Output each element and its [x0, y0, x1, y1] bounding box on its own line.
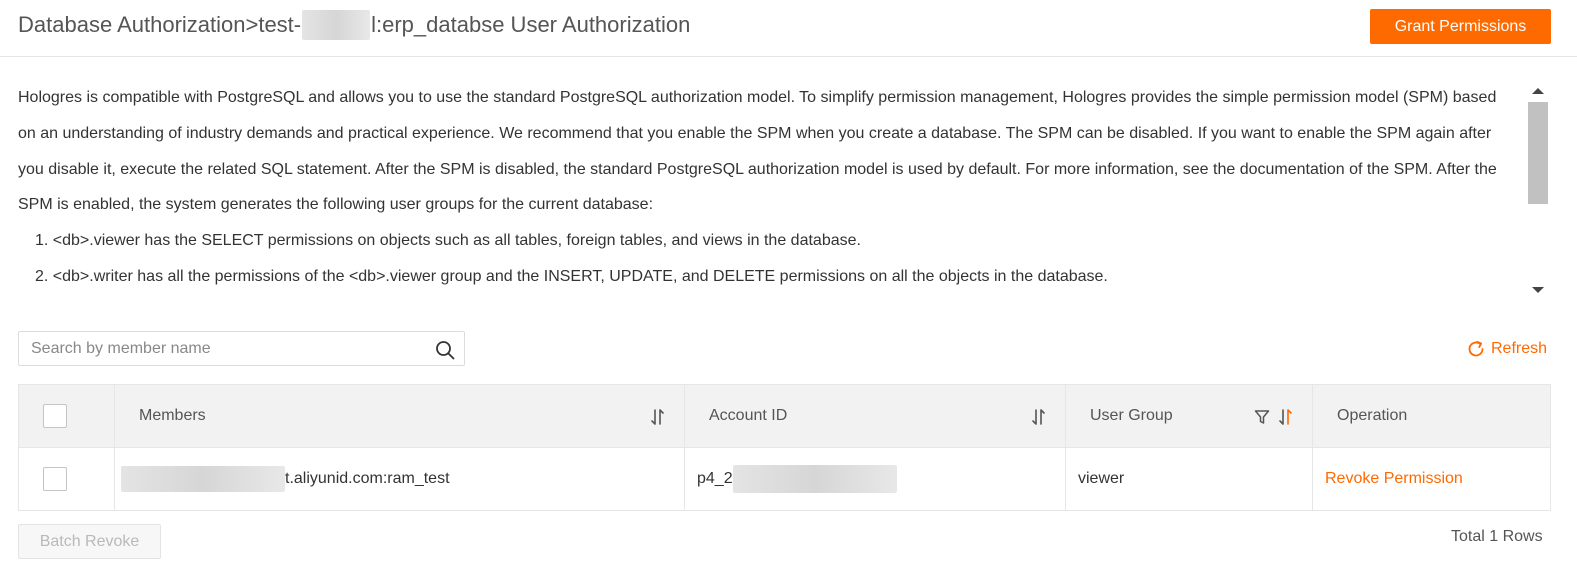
column-divider [1312, 385, 1313, 510]
redacted-account-id [732, 465, 897, 493]
revoke-permission-link[interactable]: Revoke Permission [1325, 470, 1463, 488]
spm-description-text: Hologres is compatible with PostgreSQL a… [18, 89, 1497, 214]
scroll-up-arrow-icon[interactable] [1532, 88, 1544, 94]
page-title-suffix: l:erp_databse User Authorization [371, 12, 691, 37]
select-all-checkbox[interactable] [43, 404, 67, 428]
user-group-list-item: 2. <db>.writer has all the permissions o… [35, 267, 1108, 285]
members-table: Members Account ID User Group Operation … [18, 384, 1551, 511]
column-header-operation: Operation [1337, 407, 1408, 424]
batch-revoke-button[interactable]: Batch Revoke [18, 524, 161, 559]
scroll-down-arrow-icon[interactable] [1532, 287, 1544, 293]
column-header-members: Members [139, 407, 206, 424]
column-header-account-id: Account ID [709, 407, 788, 424]
row-select-cell [19, 448, 114, 510]
account-id: p4_2 [697, 470, 733, 487]
search-icon[interactable] [435, 340, 455, 360]
user-group-list-item: 1. <db>.viewer has the SELECT permission… [35, 232, 861, 250]
refresh-icon [1468, 340, 1484, 357]
sort-icon[interactable] [649, 408, 667, 426]
scrollbar-thumb[interactable] [1528, 102, 1548, 204]
description-scrollbar[interactable] [1527, 80, 1549, 302]
user-group-list: 1. <db>.viewer has the SELECT permission… [0, 223, 1525, 295]
refresh-button[interactable]: Refresh [1466, 338, 1547, 360]
column-header-user-group: User Group [1090, 407, 1173, 424]
page-title-prefix: Database Authorization>test- [18, 12, 302, 37]
column-divider [114, 385, 115, 510]
member-name: t.aliyunid.com:ram_test [285, 470, 450, 487]
redacted-database-name [302, 10, 371, 40]
table-row: t.aliyunid.com:ram_test p4_2 viewer Revo… [19, 448, 1550, 510]
user-group-cell: viewer [1078, 470, 1125, 487]
member-cell: t.aliyunid.com:ram_test [121, 448, 450, 510]
operation-cell: Revoke Permission [1325, 448, 1463, 510]
sort-icon[interactable] [1030, 408, 1048, 426]
table-header: Members Account ID User Group Operation [19, 385, 1550, 448]
member-search-input[interactable] [31, 332, 421, 365]
filter-icon[interactable] [1254, 409, 1270, 425]
row-checkbox[interactable] [43, 467, 67, 491]
grant-permissions-button[interactable]: Grant Permissions [1370, 9, 1551, 44]
sort-icon[interactable] [1277, 408, 1295, 426]
total-rows-count: Total 1 Rows [1451, 528, 1543, 545]
page-header: Database Authorization>test- l:erp_datab… [0, 0, 1577, 57]
page-title: Database Authorization>test- l:erp_datab… [18, 10, 690, 40]
redacted-member-name [121, 466, 285, 492]
spm-description-panel: Hologres is compatible with PostgreSQL a… [0, 80, 1525, 302]
column-divider [1065, 385, 1066, 510]
refresh-label: Refresh [1491, 340, 1548, 357]
column-divider [684, 385, 685, 510]
select-all-cell [19, 385, 114, 447]
account-id-cell: p4_2 [697, 448, 897, 510]
member-search-box [18, 331, 465, 366]
